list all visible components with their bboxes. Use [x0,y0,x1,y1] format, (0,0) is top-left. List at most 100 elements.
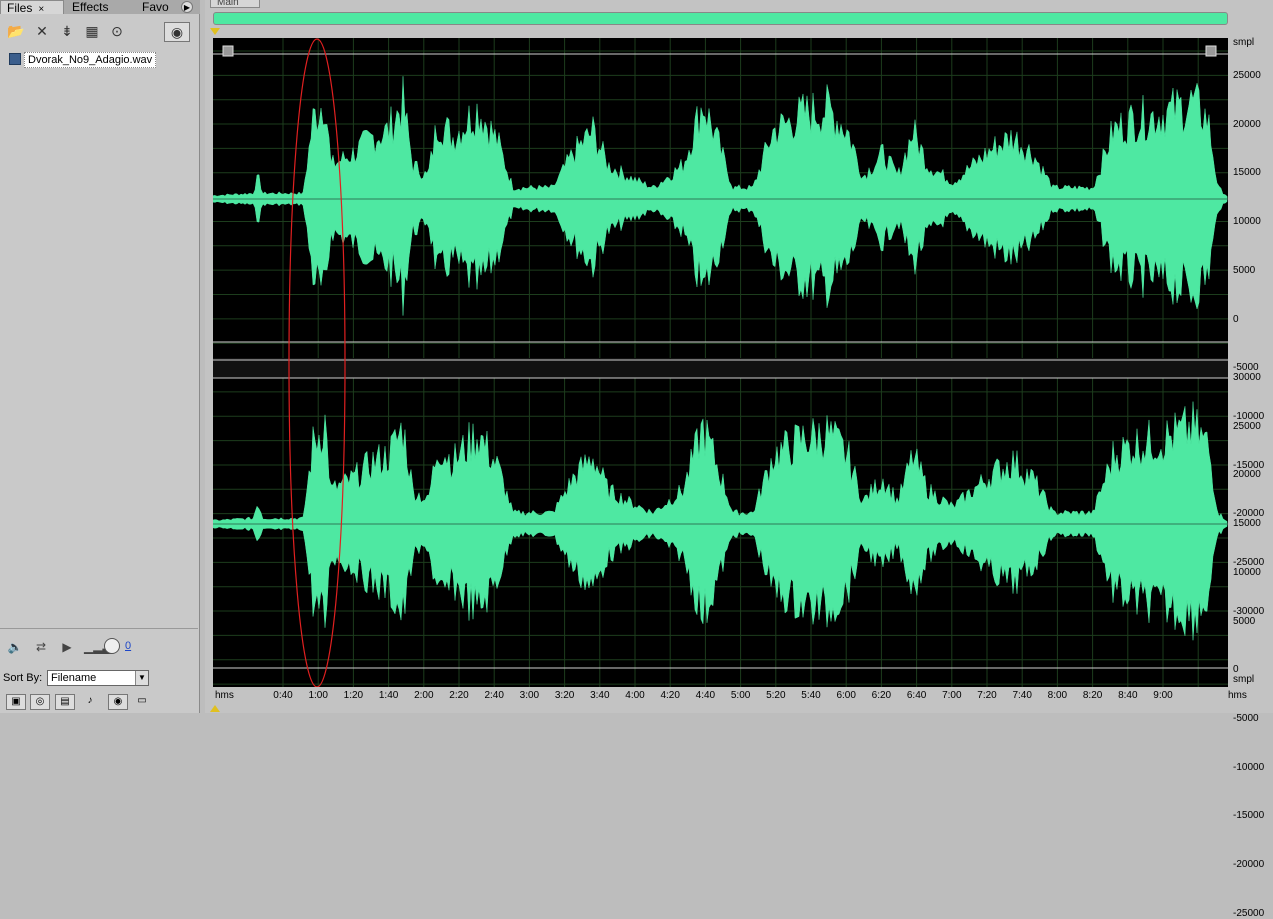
tab-favorites[interactable]: Favo [136,0,180,14]
time-label: 2:40 [484,690,504,701]
loop-icon[interactable]: ⇄ [32,639,50,655]
time-label: 5:20 [766,690,786,701]
amplitude-label: 25000 [1233,420,1261,432]
open-file-icon[interactable]: 📂 [6,22,26,40]
time-label: 5:00 [730,690,751,701]
amplitude-label: -20000 [1233,859,1265,870]
close-file-icon[interactable]: ✕ [32,22,52,40]
tab-favorites-label: Favo [142,0,169,14]
amplitude-label: 10000 [1233,566,1261,578]
amplitude-label: 20000 [1233,118,1261,130]
waveform-display[interactable] [213,38,1228,687]
tab-effects-label: Effects [72,0,109,14]
file-name: Dvorak_No9_Adagio.wav [28,54,153,66]
filter-eye-icon[interactable]: ◉ [108,694,128,710]
amplitude-label: 15000 [1233,167,1261,179]
amplitude-label: -15000 [1233,810,1265,822]
close-icon[interactable]: × [38,4,44,15]
panel-tabs: Files × Effects Favo ▶ [0,0,200,15]
time-unit-left: hms [215,690,234,701]
time-label: 5:40 [801,690,821,701]
time-label: 6:00 [836,690,856,701]
time-label: 8:20 [1082,690,1103,701]
amplitude-label: -25000 [1233,907,1265,919]
tab-files-label: Files [7,1,33,15]
time-label: 1:00 [308,690,328,701]
preview-transport: 🔈 ⇄ ▶ ▁▂▃ 0 [0,628,198,665]
amplitude-label: 10000 [1233,216,1261,228]
filter-loop-icon[interactable]: ◎ [30,694,50,710]
file-item[interactable]: Dvorak_No9_Adagio.wav [9,52,157,68]
time-label: 7:40 [1012,690,1032,701]
time-label: 3:20 [554,690,575,701]
filter-video-icon[interactable]: ▤ [55,694,75,710]
time-label: 4:20 [660,690,680,701]
volume-knob[interactable] [104,638,120,654]
amplitude-label: -10000 [1233,761,1265,773]
playhead-top-marker[interactable] [210,28,220,35]
time-unit-right: hms [1228,690,1247,701]
filter-icons: ▣ ◎ ▤ ♪ ◉ ▭ [0,692,198,712]
view-options-icon[interactable]: ◉ [164,22,190,42]
speaker-icon[interactable]: 🔈 [6,639,24,655]
volume-value[interactable]: 0 [125,640,131,652]
amplitude-label: 25000 [1233,70,1261,81]
file-list: Dvorak_No9_Adagio.wav [0,47,198,627]
insert-icon[interactable]: ⇟ [57,22,77,40]
amplitude-ruler: smpl 25000 20000 15000 10000 5000 0 -5000 -1000… [1228,37,1273,918]
time-label: 1:20 [343,690,364,701]
time-label: 6:20 [871,690,892,701]
tab-scroll-icon[interactable]: ▶ [181,1,193,13]
sort-label: Sort By: [3,672,43,684]
time-label: 3:00 [519,690,540,701]
wave-file-icon [9,53,21,65]
zoom-handle-right [1205,45,1217,57]
waveform-svg[interactable] [213,38,1228,687]
playhead-bottom-marker[interactable] [210,705,220,712]
waveform-editor: Main smpl 25000 20000 15000 10000 5000 0 -5000… [205,0,1273,918]
time-label: 1:40 [378,690,399,701]
amplitude-label: 30000 [1233,372,1261,383]
time-label: 7:20 [977,690,997,701]
sort-value: Filename [51,672,97,684]
time-label: 6:40 [906,690,927,701]
edit-file-icon[interactable]: ▦ [82,22,102,40]
autoplay-icon[interactable]: ⊙ [107,22,127,40]
time-label: 4:00 [625,690,645,701]
volume-bars-icon: ▁▂▃ [84,640,112,654]
amplitude-unit-top: smpl [1233,37,1255,48]
amplitude-label: -5000 [1233,712,1259,724]
tab-files[interactable]: Files × [0,0,64,15]
chevron-down-icon[interactable]: ▼ [135,671,148,685]
play-icon[interactable]: ▶ [58,639,76,655]
amplitude-unit-bottom: smpl [1233,674,1255,685]
amplitude-label: 5000 [1233,264,1256,276]
tab-main[interactable]: Main [210,0,260,8]
filter-midi-icon[interactable]: ♪ [80,694,100,710]
time-label: 3:40 [590,690,610,701]
filter-cd-icon[interactable]: ▭ [132,694,152,710]
time-label: 8:40 [1118,690,1138,701]
tab-effects[interactable]: Effects [66,0,130,14]
waveform-channel [213,76,1228,316]
sort-select[interactable]: Filename ▼ [47,670,149,686]
time-label: 9:00 [1153,690,1173,701]
time-label: 0:40 [273,690,293,701]
time-label: 4:40 [695,690,716,701]
waveform-channel [213,401,1228,641]
time-label: 2:20 [449,690,469,701]
sort-row: Sort By: Filename ▼ [0,668,198,688]
tab-main-label: Main [217,0,239,8]
filter-audio-icon[interactable]: ▣ [6,694,26,710]
zoom-handle-left [222,45,234,57]
amplitude-label: 20000 [1233,469,1261,481]
overview-bar[interactable] [213,12,1228,25]
amplitude-label: 15000 [1233,518,1261,530]
time-label: 8:00 [1047,690,1068,701]
amplitude-label: 5000 [1233,615,1256,627]
time-ruler[interactable]: hms 0:40 1:00 1:20 1:40 2:00 2:20 2:40 3:00 3:20… [213,688,1228,704]
amplitude-label: 0 [1233,313,1239,325]
time-label: 2:00 [414,690,434,701]
channel-divider [213,358,1228,378]
time-label: 7:00 [942,690,962,701]
